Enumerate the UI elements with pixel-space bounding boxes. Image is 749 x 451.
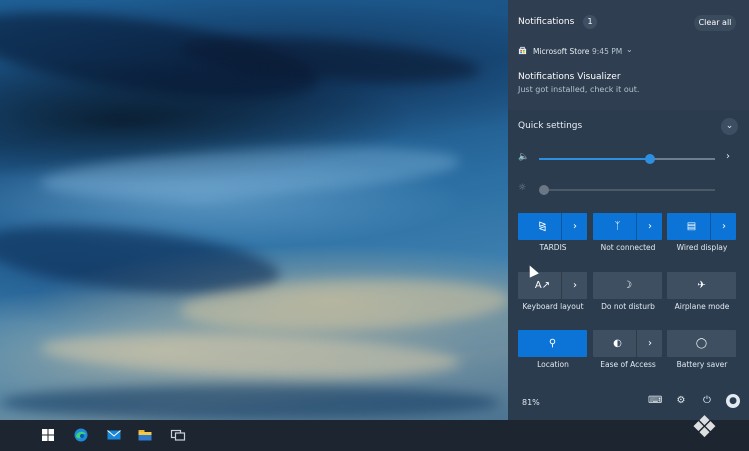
notification-time: 9:45 PM [592,47,623,56]
file-explorer-icon[interactable] [137,427,153,443]
chevron-down-icon[interactable]: ⌄ [626,45,633,54]
task-view-icon[interactable] [170,427,186,443]
airplane-icon: ✈ [697,280,706,291]
tile-label: Not connected [600,243,656,252]
tile-tardis[interactable]: ⧎ › [518,213,587,240]
chevron-right-icon[interactable]: › [563,272,587,299]
tile-divider [636,213,637,240]
tile-label: Ease of Access [600,360,656,369]
chevron-right-icon[interactable]: › [712,213,736,240]
keyboard-icon[interactable]: ⌨ [648,394,662,408]
quick-settings-title: Quick settings [518,121,583,131]
chevron-right-icon[interactable]: › [638,213,662,240]
notifications-header: Notifications [518,17,575,27]
tile-label: Keyboard layout [522,302,584,311]
notifications-panel: Notifications 1 Clear all Microsoft Stor… [508,0,749,110]
tile-airplane-mode[interactable]: ✈ [667,272,736,299]
moon-icon: ☽ [623,280,632,291]
tile-label: Do not disturb [601,302,655,311]
notification-app-name: Microsoft Store [533,47,590,56]
collapse-quick-settings-button[interactable]: ⌄ [721,118,738,135]
tile-battery-saver[interactable]: ◯ [667,330,736,357]
tile-label: TARDIS [539,243,567,252]
notification-body: Just got installed, check it out. [518,85,640,94]
volume-slider-fill [539,158,650,160]
action-center: Notifications 1 Clear all Microsoft Stor… [508,0,749,420]
tile-label: Battery saver [676,360,728,369]
tile-label: Airplane mode [674,302,730,311]
tile-divider [561,213,562,240]
wifi-icon: ⧎ [538,221,547,232]
tile-not-connected[interactable]: ᛉ › [593,213,662,240]
chevron-right-icon[interactable]: › [638,330,662,357]
volume-icon[interactable]: 🔈 [518,152,529,162]
ease-of-access-icon: ◐ [613,338,622,349]
tile-do-not-disturb[interactable]: ☽ [593,272,662,299]
clear-all-button[interactable]: Clear all [694,15,736,31]
brightness-slider[interactable] [539,185,715,195]
volume-slider[interactable] [539,154,715,164]
notification-title[interactable]: Notifications Visualizer [518,72,621,82]
watermark-logo: ❖ [691,410,718,445]
tile-label: Wired display [676,243,728,252]
bluetooth-icon: ᛉ [614,221,621,232]
tile-divider [710,213,711,240]
tile-ease-of-access[interactable]: ◐ › [593,330,662,357]
tile-wired-display[interactable]: ▤ › [667,213,736,240]
project-display-icon: ▤ [686,221,697,232]
chevron-right-icon[interactable]: › [563,213,587,240]
volume-slider-thumb[interactable] [644,154,655,164]
power-icon[interactable]: ⏻ [700,394,714,408]
edge-icon[interactable] [73,427,89,443]
brightness-icon: ☼ [518,183,527,193]
tile-location[interactable]: ⚲ [518,330,587,357]
tile-divider [636,330,637,357]
mail-icon[interactable] [106,427,122,443]
battery-percentage: 81% [522,398,540,407]
microsoft-store-icon [518,46,527,55]
audio-output-chevron-icon[interactable]: › [726,151,730,162]
location-icon: ⚲ [548,338,557,349]
notification-count-badge: 1 [583,15,597,29]
battery-saver-icon: ◯ [695,338,708,349]
tile-label: Location [537,360,569,369]
windows-start-icon[interactable] [40,427,56,443]
tile-divider [561,272,562,299]
settings-gear-icon[interactable]: ⚙ [674,394,688,408]
brightness-slider-thumb[interactable] [539,185,549,195]
user-avatar-icon[interactable]: ● [726,394,740,408]
